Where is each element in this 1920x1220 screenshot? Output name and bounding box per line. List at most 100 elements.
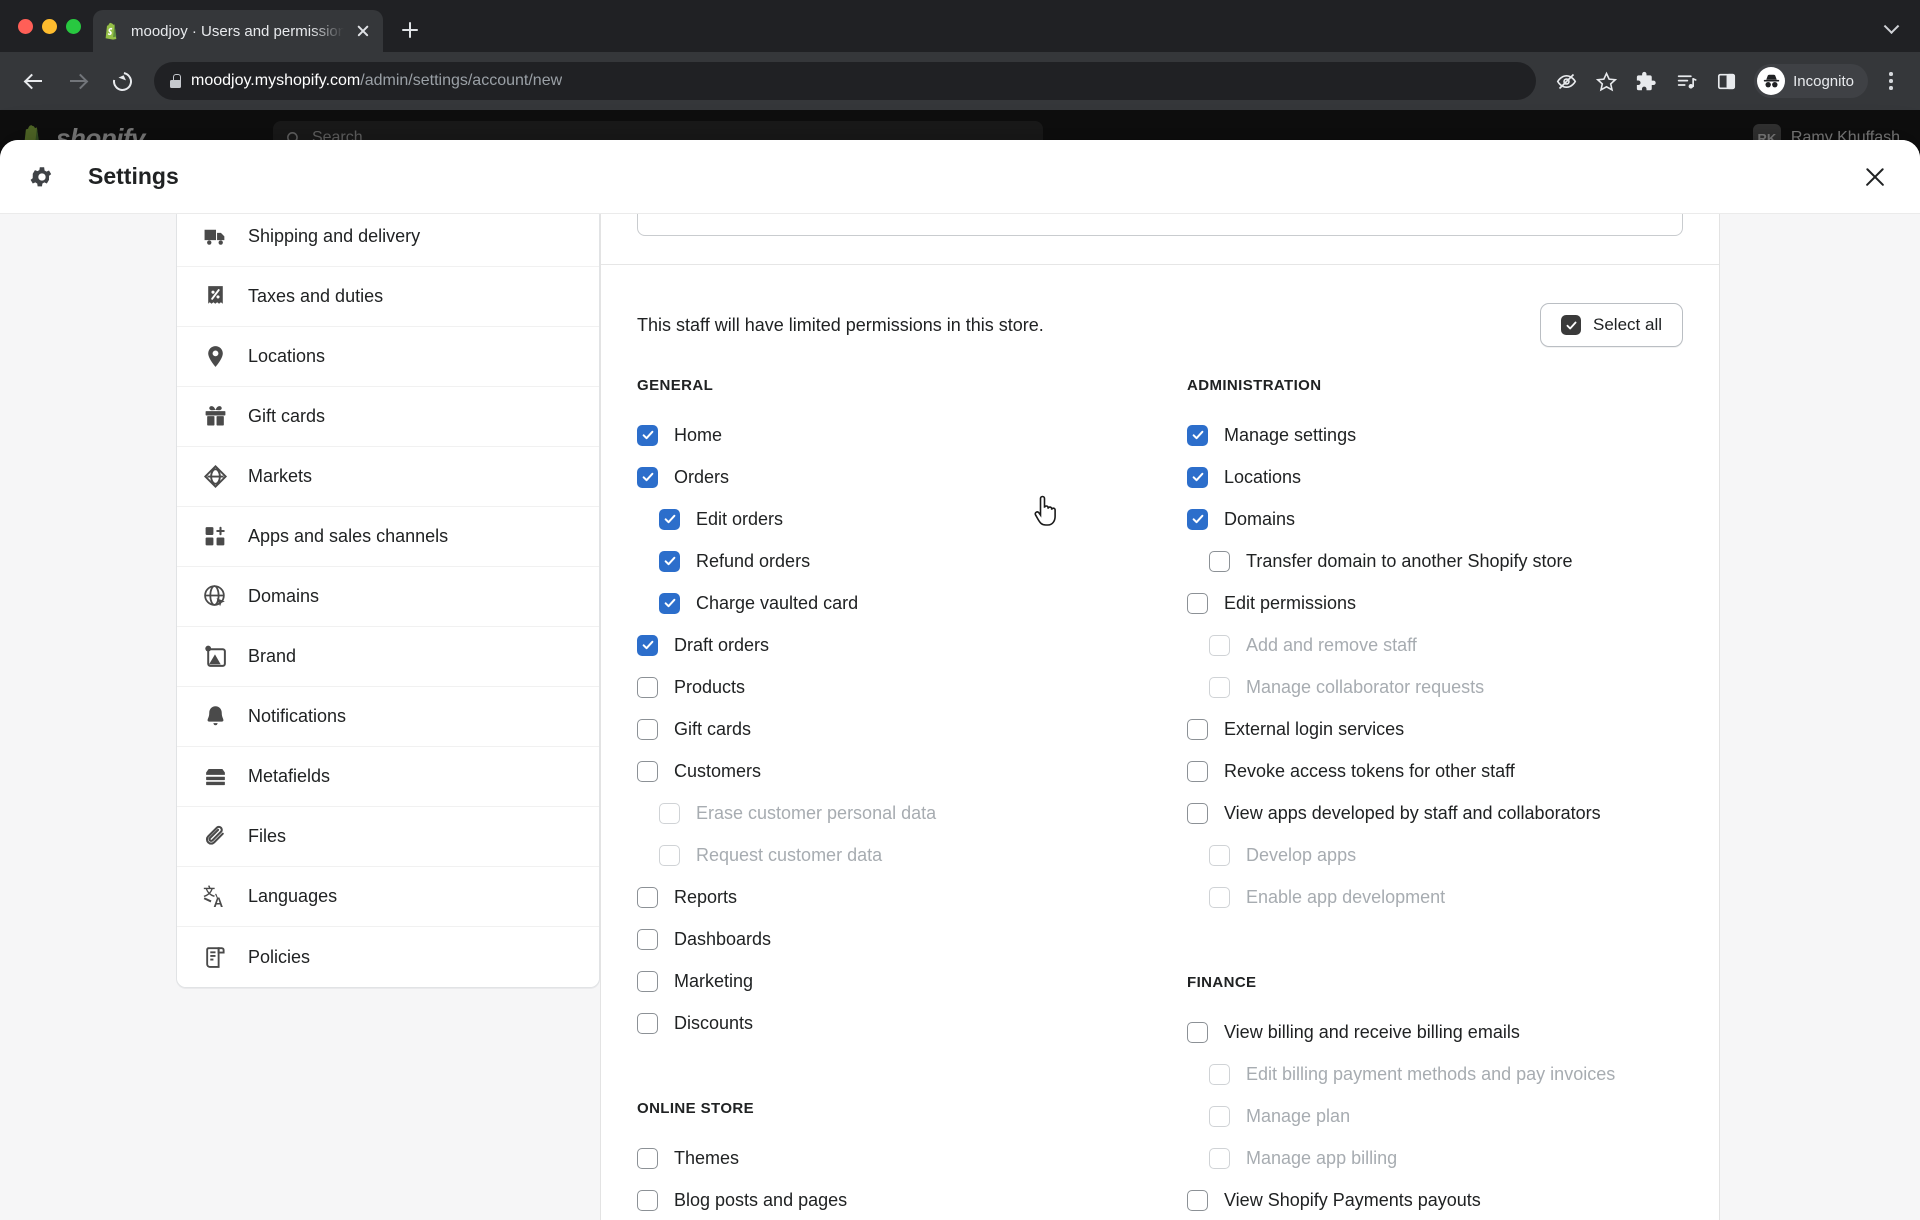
sidebar-item-locations[interactable]: Locations (177, 327, 599, 387)
close-window-button[interactable] (18, 19, 33, 34)
permission-row[interactable]: Manage collaborator requests (1187, 666, 1683, 708)
permission-checkbox[interactable] (637, 635, 658, 656)
permission-row[interactable]: Discounts (637, 1002, 1187, 1044)
sidebar-item-languages[interactable]: 文ALanguages (177, 867, 599, 927)
permission-row[interactable]: Locations (1187, 456, 1683, 498)
profile-chip[interactable]: Incognito (1754, 64, 1868, 98)
permission-row[interactable]: External login services (1187, 708, 1683, 750)
permission-row[interactable]: Edit orders (637, 498, 1187, 540)
minimize-window-button[interactable] (42, 19, 57, 34)
permission-row[interactable]: Enable app development (1187, 876, 1683, 918)
star-icon[interactable] (1588, 63, 1624, 99)
permission-checkbox[interactable] (637, 1013, 658, 1034)
permission-row[interactable]: Products (637, 666, 1187, 708)
permission-checkbox[interactable] (637, 971, 658, 992)
tab-search-chevron-icon[interactable] (1878, 17, 1904, 43)
permission-row[interactable]: Request customer data (637, 834, 1187, 876)
permission-checkbox[interactable] (637, 929, 658, 950)
permission-checkbox[interactable] (637, 887, 658, 908)
permission-row[interactable]: View billing and receive billing emails (1187, 1011, 1683, 1053)
permission-checkbox[interactable] (637, 1190, 658, 1211)
permission-checkbox[interactable] (1187, 509, 1208, 530)
back-button[interactable] (14, 61, 54, 101)
new-tab-button[interactable] (393, 13, 427, 47)
permission-row[interactable]: Develop apps (1187, 834, 1683, 876)
permission-checkbox[interactable] (659, 551, 680, 572)
permission-row[interactable]: Gift cards (637, 708, 1187, 750)
permission-checkbox[interactable] (1187, 1022, 1208, 1043)
permission-row[interactable]: Revoke access tokens for other staff (1187, 750, 1683, 792)
permission-row[interactable]: Reports (637, 876, 1187, 918)
permission-checkbox[interactable] (637, 719, 658, 740)
arrow-right-icon (69, 72, 87, 90)
permission-checkbox (659, 803, 680, 824)
extensions-icon[interactable] (1628, 63, 1664, 99)
close-icon[interactable] (1858, 160, 1892, 194)
permission-row[interactable]: Dashboards (637, 918, 1187, 960)
forward-button[interactable] (58, 61, 98, 101)
window-traffic-lights (8, 0, 93, 52)
side-panel-icon[interactable] (1708, 63, 1744, 99)
permission-row[interactable]: Add and remove staff (1187, 624, 1683, 666)
permission-checkbox[interactable] (1187, 593, 1208, 614)
sidebar-item-markets[interactable]: Markets (177, 447, 599, 507)
reading-list-icon[interactable] (1668, 63, 1704, 99)
kebab-menu-icon[interactable] (1876, 63, 1906, 99)
permission-row[interactable]: Home (637, 414, 1187, 456)
permission-row[interactable]: Transfer domain to another Shopify store (1187, 540, 1683, 582)
permission-row[interactable]: Marketing (637, 960, 1187, 1002)
permission-checkbox (1209, 845, 1230, 866)
sidebar-item-notifications[interactable]: Notifications (177, 687, 599, 747)
tab-close-icon[interactable] (353, 21, 373, 41)
permission-checkbox[interactable] (637, 467, 658, 488)
permission-checkbox[interactable] (1209, 551, 1230, 572)
eye-off-icon[interactable] (1548, 63, 1584, 99)
permission-row[interactable]: Edit billing payment methods and pay inv… (1187, 1053, 1683, 1095)
browser-tab[interactable]: moodjoy · Users and permissions (93, 10, 383, 52)
globe-cursor-icon (203, 584, 228, 609)
permission-row[interactable]: View apps developed by staff and collabo… (1187, 792, 1683, 834)
permission-checkbox[interactable] (637, 1148, 658, 1169)
maximize-window-button[interactable] (66, 19, 81, 34)
permission-row[interactable]: Manage plan (1187, 1095, 1683, 1137)
sidebar-item-brand[interactable]: Brand (177, 627, 599, 687)
address-bar[interactable]: moodjoy.myshopify.com/admin/settings/acc… (154, 62, 1536, 100)
permissions-columns: GENERALHomeOrdersEdit ordersRefund order… (601, 347, 1719, 1220)
permission-checkbox[interactable] (659, 593, 680, 614)
permission-row[interactable]: Themes (637, 1137, 1187, 1179)
permission-row[interactable]: Charge vaulted card (637, 582, 1187, 624)
permission-checkbox[interactable] (659, 509, 680, 530)
sidebar-item-gift-cards[interactable]: Gift cards (177, 387, 599, 447)
permission-checkbox[interactable] (637, 677, 658, 698)
permission-row[interactable]: Manage app billing (1187, 1137, 1683, 1179)
permission-row[interactable]: Edit permissions (1187, 582, 1683, 624)
sidebar-item-apps-and-sales-channels[interactable]: Apps and sales channels (177, 507, 599, 567)
sidebar-item-shipping-and-delivery[interactable]: Shipping and delivery (177, 207, 599, 267)
permission-checkbox[interactable] (637, 425, 658, 446)
sidebar-item-policies[interactable]: Policies (177, 927, 599, 987)
select-all-checkbox[interactable] (1561, 315, 1581, 335)
reload-button[interactable] (102, 61, 142, 101)
permission-checkbox[interactable] (1187, 1190, 1208, 1211)
permission-checkbox[interactable] (1187, 761, 1208, 782)
permission-row[interactable]: Manage settings (1187, 414, 1683, 456)
permission-label: Locations (1224, 467, 1301, 488)
permission-row[interactable]: Refund orders (637, 540, 1187, 582)
sidebar-item-taxes-and-duties[interactable]: Taxes and duties (177, 267, 599, 327)
text-input-partial[interactable] (637, 214, 1683, 236)
permission-row[interactable]: Domains (1187, 498, 1683, 540)
permission-label: Charge vaulted card (696, 593, 858, 614)
sidebar-item-domains[interactable]: Domains (177, 567, 599, 627)
permission-checkbox[interactable] (1187, 719, 1208, 740)
select-all-button[interactable]: Select all (1540, 303, 1683, 347)
sidebar-item-files[interactable]: Files (177, 807, 599, 867)
permission-checkbox[interactable] (1187, 803, 1208, 824)
permission-row[interactable]: Draft orders (637, 624, 1187, 666)
permission-row[interactable]: Orders (637, 456, 1187, 498)
permission-row[interactable]: Erase customer personal data (637, 792, 1187, 834)
permission-checkbox[interactable] (1187, 467, 1208, 488)
permission-row[interactable]: Customers (637, 750, 1187, 792)
permission-checkbox[interactable] (637, 761, 658, 782)
sidebar-item-metafields[interactable]: Metafields (177, 747, 599, 807)
permission-checkbox[interactable] (1187, 425, 1208, 446)
